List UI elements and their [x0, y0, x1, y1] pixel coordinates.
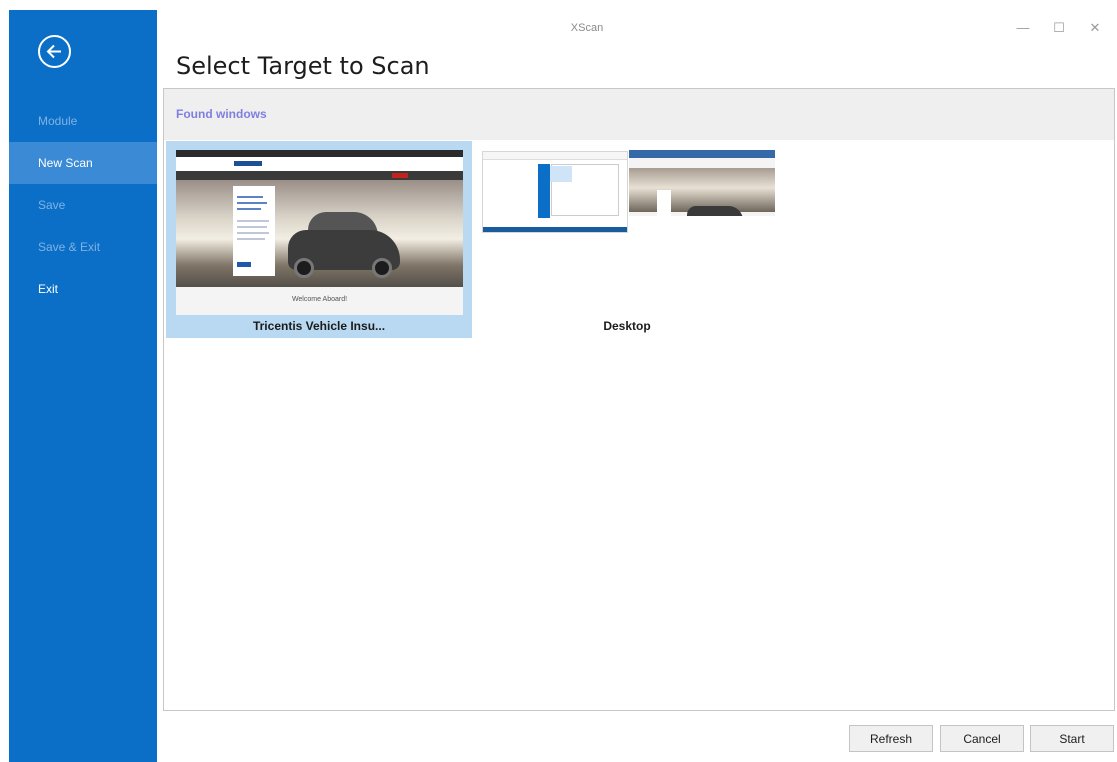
window-controls: — ☐ ✕ — [1015, 20, 1103, 36]
xscan-window: Module New Scan Save Save & Exit Exit XS… — [0, 0, 1117, 762]
close-button[interactable]: ✕ — [1087, 20, 1103, 36]
thumb-site-header — [176, 157, 463, 171]
minimize-button[interactable]: — — [1015, 20, 1031, 36]
thumb-menu-button — [392, 173, 408, 178]
thumb-card-line — [237, 232, 269, 234]
sidebar-nav: Module New Scan Save Save & Exit Exit — [9, 100, 157, 310]
thumb-card-line — [237, 208, 261, 210]
back-button[interactable] — [38, 35, 71, 68]
window-edge — [0, 0, 9, 762]
thumb-hero-image — [629, 168, 775, 216]
panel-header: Found windows — [164, 89, 1114, 140]
thumb-card-line — [237, 226, 267, 228]
window-tile-caption: Desktop — [603, 319, 651, 333]
thumb-card-line — [237, 196, 263, 198]
maximize-button[interactable]: ☐ — [1051, 20, 1067, 36]
sidebar: Module New Scan Save Save & Exit Exit — [9, 10, 157, 762]
thumb-welcome-text: Welcome Aboard! — [291, 296, 348, 303]
window-tile-desktop[interactable]: Desktop — [474, 141, 780, 338]
sidebar-item-new-scan[interactable]: New Scan — [9, 142, 157, 184]
thumb-logo — [234, 161, 262, 166]
window-tile-tricentis[interactable]: Welcome Aboard! Tricentis Vehicle Insu..… — [166, 141, 472, 338]
thumb-blue-panel — [538, 164, 550, 218]
thumb-site-menu — [176, 171, 463, 180]
found-windows-panel: Found windows Welcome Aboard! Tricentis … — [163, 88, 1115, 711]
desktop-thumbnail-window-b — [629, 150, 775, 216]
thumb-browser-bar — [176, 150, 463, 157]
title-bar: XScan — ☐ ✕ — [157, 10, 1117, 46]
thumb-browser-bar — [629, 150, 775, 158]
window-thumbnail: Welcome Aboard! — [176, 150, 463, 315]
panel-header-label: Found windows — [176, 107, 267, 121]
thumb-card-line — [237, 238, 265, 240]
start-button[interactable]: Start — [1030, 725, 1114, 752]
refresh-button[interactable]: Refresh — [849, 725, 933, 752]
sidebar-item-save-and-exit: Save & Exit — [38, 240, 101, 254]
thumb-hero-card — [233, 186, 275, 276]
thumb-car-wheel — [372, 258, 392, 278]
thumb-car-body — [687, 206, 743, 216]
desktop-thumbnail-window-a — [482, 151, 628, 233]
thumb-taskbar — [483, 227, 627, 232]
window-title: XScan — [570, 22, 604, 34]
thumb-card-line — [237, 202, 267, 204]
thumb-card-line — [237, 220, 269, 222]
thumb-card-button — [237, 262, 251, 267]
thumb-hero-image — [176, 180, 463, 287]
back-arrow-circle-icon — [46, 44, 61, 59]
cancel-button[interactable]: Cancel — [940, 725, 1024, 752]
thumb-car-wheel — [294, 258, 314, 278]
thumb-hero-card — [657, 190, 671, 216]
sidebar-item-module: Module — [38, 114, 78, 128]
sidebar-item-save: Save — [38, 198, 66, 212]
sidebar-item-exit[interactable]: Exit — [9, 268, 157, 310]
page-title: Select Target to Scan — [176, 52, 430, 80]
thumb-selected-pane — [550, 166, 572, 182]
thumb-toolbar — [483, 152, 627, 160]
window-tile-caption: Tricentis Vehicle Insu... — [252, 319, 386, 333]
